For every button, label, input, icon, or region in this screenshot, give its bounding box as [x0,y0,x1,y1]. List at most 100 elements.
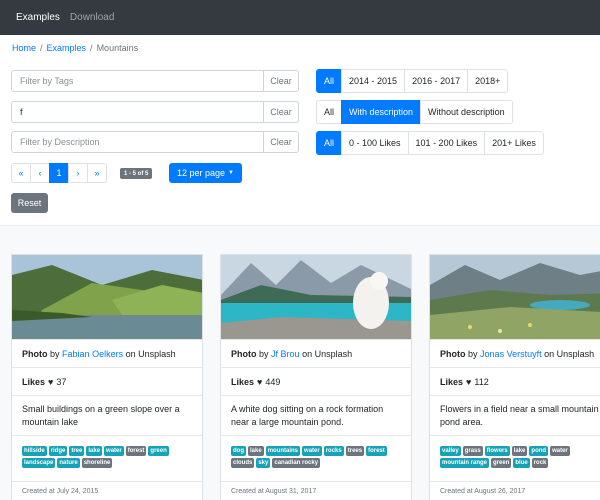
description-filter-option-1[interactable]: With description [341,100,422,124]
author-link[interactable]: Jonas Verstuyft [480,349,542,359]
text-clear-button[interactable]: Clear [263,102,298,122]
tag-badge[interactable]: shoreline [81,458,113,468]
photo-prefix: Photo [440,348,466,359]
likes-row: Likes ♥ 37 [12,367,202,395]
likes-label: Likes [440,376,464,387]
tag-badge[interactable]: flowers [484,446,510,456]
tag-badge[interactable]: mountain range [440,458,490,468]
last-page-button[interactable]: » [87,163,107,183]
pagination: « ‹ 1 › » [11,163,107,183]
tags-clear-button[interactable]: Clear [263,71,298,91]
breadcrumb-examples[interactable]: Examples [47,43,87,53]
description-clear-button[interactable]: Clear [263,132,298,152]
likes-label: Likes [231,376,255,387]
tag-badge[interactable]: landscape [22,458,56,468]
photo-credit: Photo by Jonas Verstuyft on Unsplash [430,339,600,367]
tags-filter: Filter by Tags Clear [11,70,299,92]
tag-badge[interactable]: green [491,458,512,468]
tag-badge[interactable]: lake [511,446,528,456]
year-filter-option-2[interactable]: 2016 - 2017 [404,69,469,93]
tag-badge[interactable]: grass [462,446,483,456]
description-filter-option-2[interactable]: Without description [420,100,513,124]
tag-badge[interactable]: rock [531,458,549,468]
tag-badge[interactable]: valley [440,446,461,456]
by-text: by [468,348,478,359]
likes-filter-option-3[interactable]: 201+ Likes [484,131,544,155]
first-page-button[interactable]: « [11,163,31,183]
year-filter-option-3[interactable]: 2018+ [467,69,509,93]
tags-filter-input[interactable]: Filter by Tags [12,71,263,91]
tag-badge[interactable]: dog [231,446,246,456]
result-count-badge: 1 - 5 of 5 [120,168,153,179]
tag-badge[interactable]: pond [529,446,549,456]
description-filter: Filter by Description Clear [11,131,299,153]
likes-count: 37 [56,376,67,387]
tag-badge[interactable]: clouds [231,458,255,468]
tag-badge[interactable]: canadian rocky [272,458,321,468]
tag-badge[interactable]: hillside [22,446,47,456]
next-page-button[interactable]: › [68,163,88,183]
year-filter-option-0[interactable]: All [316,69,343,93]
likes-filter-option-2[interactable]: 101 - 200 Likes [407,131,486,155]
likes-filter-group: All 0 - 100 Likes 101 - 200 Likes 201+ Like… [316,131,544,155]
photo-image[interactable] [12,255,202,339]
photo-image[interactable] [430,255,600,339]
nav-download-link[interactable]: Download [70,12,114,23]
likes-filter-option-0[interactable]: All [316,131,343,155]
author-link[interactable]: Fabian Oelkers [62,349,123,359]
breadcrumb-home[interactable]: Home [12,43,36,53]
on-unsplash-text: on Unsplash [125,348,176,359]
photo-description: Flowers in a field near a small mountain… [430,395,600,435]
year-filter-group: All 2014 - 2015 2016 - 2017 2018+ [316,69,509,93]
by-text: by [259,348,269,359]
tag-badge[interactable]: forest [125,446,147,456]
year-filter-option-1[interactable]: 2014 - 2015 [341,69,406,93]
navbar: Examples Download [0,0,600,35]
tag-list: hillside ridge tree lake water forest green lan… [12,435,202,481]
tag-badge[interactable]: water [302,446,322,456]
photo-gallery: Photo by Fabian Oelkers on Unsplash Like… [0,225,600,500]
photo-prefix: Photo [231,348,257,359]
likes-row: Likes ♥ 112 [430,367,600,395]
created-date: Created at August 31, 2017 [221,481,411,500]
heart-icon: ♥ [48,376,54,387]
by-text: by [50,348,60,359]
photo-card: Photo by Fabian Oelkers on Unsplash Like… [11,254,203,500]
photo-description: Small buildings on a green slope over a … [12,395,202,435]
tag-badge[interactable]: green [148,446,169,456]
description-filter-option-0[interactable]: All [316,100,343,124]
likes-count: 449 [265,376,281,387]
likes-filter-option-1[interactable]: 0 - 100 Likes [341,131,409,155]
tag-list: valley grass flowers lake pond water mountain … [430,435,600,481]
heart-icon: ♥ [257,376,263,387]
breadcrumb: Home / Examples / Mountains [12,43,138,53]
tag-badge[interactable]: sky [256,458,271,468]
tag-badge[interactable]: tree [69,446,85,456]
on-unsplash-text: on Unsplash [302,348,353,359]
tag-badge[interactable]: mountains [265,446,301,456]
heart-icon: ♥ [466,376,472,387]
description-filter-group: All With description Without description [316,100,513,124]
text-filter-input[interactable]: f [12,102,263,122]
tag-badge[interactable]: lake [248,446,264,456]
tag-badge[interactable]: trees [345,446,365,456]
tag-badge[interactable]: water [104,446,124,456]
nav-examples-link[interactable]: Examples [16,12,60,23]
reset-button[interactable]: Reset [11,193,48,213]
prev-page-button[interactable]: ‹ [30,163,50,183]
author-link[interactable]: Jf Brou [271,349,300,359]
photo-credit: Photo by Jf Brou on Unsplash [221,339,411,367]
tag-badge[interactable]: blue [513,458,530,468]
tag-badge[interactable]: forest [366,446,387,456]
on-unsplash-text: on Unsplash [544,348,595,359]
per-page-dropdown[interactable]: 12 per page ▼ [169,163,242,183]
tag-badge[interactable]: nature [57,458,80,468]
tag-badge[interactable]: ridge [48,446,68,456]
page-1-button[interactable]: 1 [49,163,69,183]
tag-badge[interactable]: rocks [323,446,344,456]
photo-image[interactable] [221,255,411,339]
breadcrumb-separator: / [40,43,43,53]
tag-badge[interactable]: lake [86,446,103,456]
description-filter-input[interactable]: Filter by Description [12,132,263,152]
tag-badge[interactable]: water [550,446,570,456]
